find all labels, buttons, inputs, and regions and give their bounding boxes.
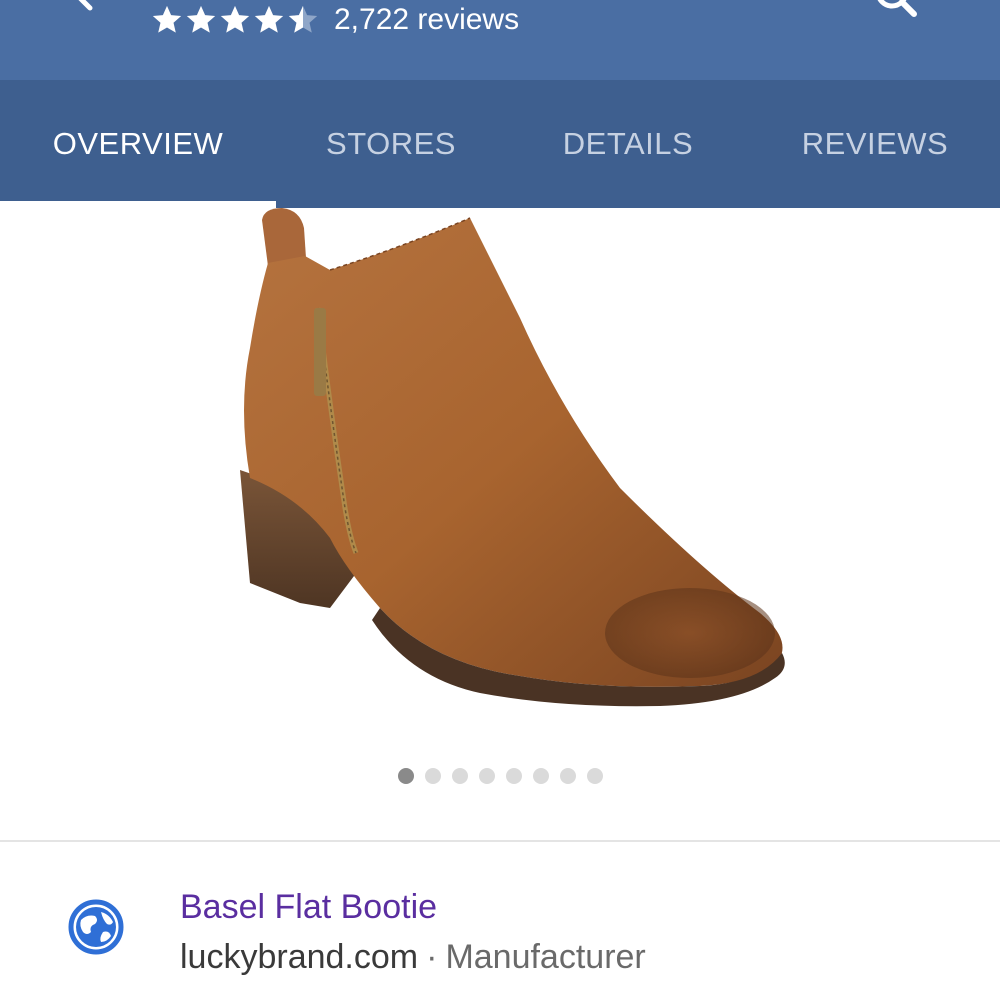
globe-icon — [68, 899, 124, 955]
active-tab-indicator — [0, 201, 276, 208]
star-icon — [152, 5, 182, 33]
back-arrow-icon[interactable] — [60, 0, 110, 20]
carousel-dot[interactable] — [398, 768, 414, 784]
tab-bar: OVERVIEW STORES DETAILS REVIEWS — [0, 80, 1000, 208]
star-icon — [186, 5, 216, 33]
search-icon[interactable] — [872, 0, 922, 22]
star-icon — [220, 5, 250, 33]
half-star-icon — [288, 5, 318, 33]
rating-row: 2,722 reviews — [150, 0, 519, 40]
result-source-type: Manufacturer — [445, 938, 646, 976]
carousel-dots — [398, 768, 614, 784]
carousel-dot[interactable] — [560, 768, 576, 784]
star-icon — [254, 5, 284, 33]
product-image-carousel[interactable] — [0, 208, 1000, 840]
tab-overview[interactable]: OVERVIEW — [0, 80, 276, 208]
carousel-dot[interactable] — [452, 768, 468, 784]
result-source: luckybrand.com · Manufacturer — [180, 938, 646, 977]
header-bar: 2,722 reviews — [0, 0, 1000, 80]
tab-stores[interactable]: STORES — [276, 80, 506, 208]
carousel-dot[interactable] — [479, 768, 495, 784]
carousel-dot[interactable] — [533, 768, 549, 784]
result-listing[interactable]: Basel Flat Bootie luckybrand.com · Manufac… — [0, 842, 1000, 1000]
product-image — [240, 208, 785, 707]
tab-details[interactable]: DETAILS — [506, 80, 750, 208]
review-count[interactable]: 2,722 reviews — [334, 2, 519, 38]
tab-reviews[interactable]: REVIEWS — [750, 80, 1000, 208]
result-title-link[interactable]: Basel Flat Bootie — [180, 888, 437, 927]
carousel-dot[interactable] — [587, 768, 603, 784]
carousel-dot[interactable] — [506, 768, 522, 784]
separator: · — [426, 938, 438, 976]
carousel-dot[interactable] — [425, 768, 441, 784]
star-rating — [150, 3, 320, 37]
result-domain: luckybrand.com — [180, 938, 419, 976]
